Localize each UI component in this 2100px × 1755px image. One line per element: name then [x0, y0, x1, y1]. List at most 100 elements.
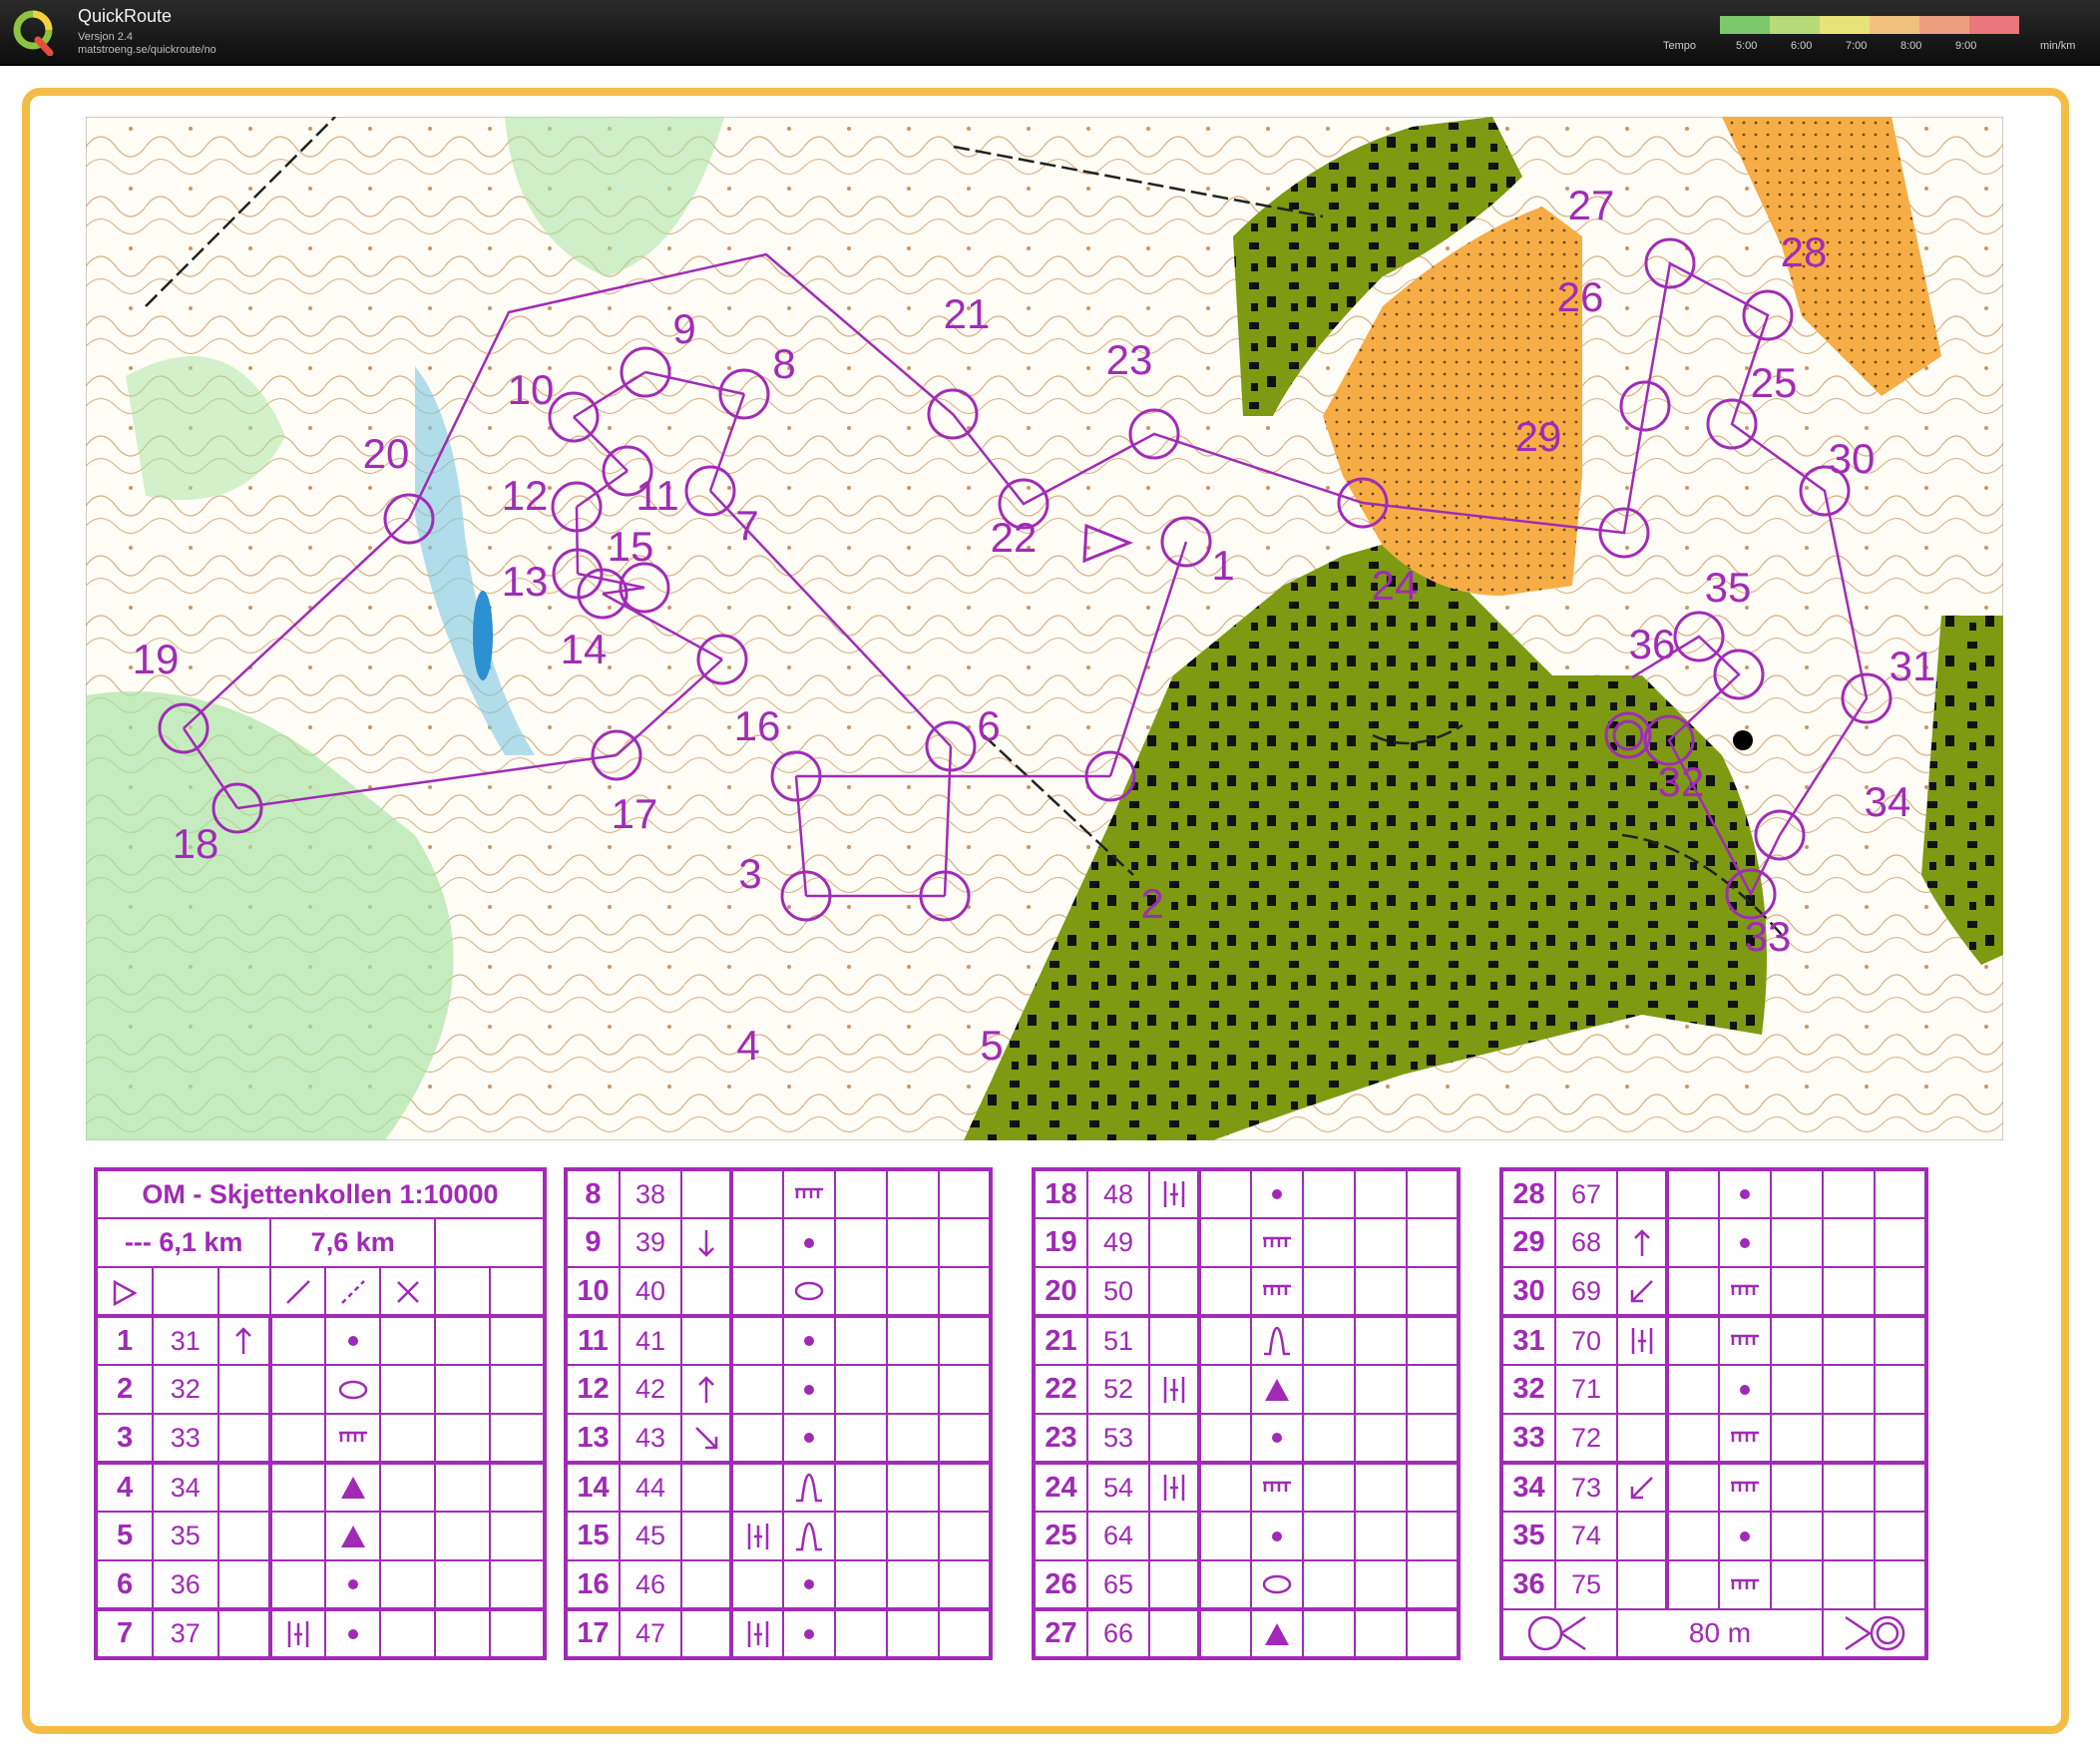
bars-icon — [1163, 1475, 1184, 1502]
description-cell — [1718, 1266, 1772, 1317]
dot-feature-icon — [1272, 1189, 1282, 1200]
description-row: 28 67 — [1500, 1167, 1927, 1219]
control-number: 30 — [1829, 435, 1876, 482]
control-code: 51 — [1086, 1314, 1150, 1366]
description-cell — [730, 1413, 784, 1464]
description-cell — [379, 1314, 437, 1366]
control-code: 73 — [1554, 1461, 1618, 1513]
description-cell — [680, 1511, 733, 1561]
description-cell — [1354, 1364, 1408, 1415]
control-sequence: 15 — [565, 1511, 621, 1561]
description-cell — [730, 1217, 784, 1268]
description-cell — [782, 1266, 836, 1317]
description-row: 5 35 — [94, 1511, 546, 1561]
finish-distance: 80 m — [1616, 1608, 1824, 1659]
description-cell — [1718, 1413, 1772, 1464]
control-sequence: 3 — [94, 1413, 155, 1464]
control-number: 15 — [608, 523, 654, 570]
description-cell — [489, 1413, 546, 1464]
description-cell — [1874, 1511, 1927, 1561]
control-code: 69 — [1554, 1266, 1618, 1317]
description-cell — [782, 1167, 836, 1219]
description-cell — [1718, 1511, 1772, 1561]
description-cell — [1148, 1314, 1201, 1366]
control-number: 26 — [1557, 273, 1604, 320]
control-code: 68 — [1554, 1217, 1618, 1268]
app-version: Versjon 2.4 — [78, 31, 134, 43]
control-sequence: 19 — [1033, 1217, 1088, 1268]
description-cell — [1198, 1167, 1252, 1219]
control-number: 21 — [944, 290, 991, 337]
description-row: 3 33 — [94, 1413, 546, 1464]
finish-double-circle-icon — [1844, 1615, 1904, 1651]
control-number: 5 — [980, 1022, 1003, 1069]
description-cell — [1354, 1461, 1408, 1513]
description-cell — [680, 1266, 733, 1317]
orienteering-map[interactable]: 1234 567891011121314151617181920212223242… — [86, 117, 2003, 1140]
description-cell — [1406, 1461, 1460, 1513]
description-cell — [886, 1266, 940, 1317]
description-cell — [782, 1217, 836, 1268]
description-row: 6 36 — [94, 1559, 546, 1610]
description-row: 22 52 — [1033, 1364, 1460, 1415]
control-number: 33 — [1745, 913, 1792, 960]
control-sequence: 1 — [94, 1314, 155, 1366]
tempo-color-swatch — [1720, 16, 1770, 34]
arrow-down-right-icon — [694, 1427, 717, 1450]
description-cell — [1874, 1314, 1927, 1366]
control-number: 14 — [561, 626, 608, 672]
control-sequence: 7 — [94, 1607, 155, 1659]
description-cell — [1354, 1413, 1408, 1464]
description-cell — [1718, 1461, 1772, 1513]
description-cell — [680, 1314, 733, 1366]
description-cell — [938, 1266, 992, 1317]
description-cell — [1770, 1314, 1824, 1366]
description-cell — [1666, 1559, 1720, 1610]
control-sequence: 33 — [1500, 1413, 1556, 1464]
description-cell — [1406, 1607, 1460, 1659]
tempo-color-swatch — [1820, 16, 1870, 34]
ellipse-feature-icon — [1262, 1575, 1292, 1594]
description-cell — [1770, 1413, 1824, 1464]
description-cell — [1148, 1607, 1201, 1659]
tempo-tick: 7:00 — [1846, 40, 1868, 52]
description-cell — [782, 1559, 836, 1610]
description-cell — [434, 1364, 492, 1415]
description-cell — [1822, 1167, 1876, 1219]
tempo-tick: 6:00 — [1791, 40, 1813, 52]
control-code: 72 — [1554, 1413, 1618, 1464]
description-cell — [1770, 1461, 1824, 1513]
dot-feature-icon — [1740, 1237, 1750, 1248]
description-row: 33 72 — [1500, 1413, 1927, 1464]
map-marker-dot — [1733, 730, 1753, 750]
description-cell — [324, 1364, 382, 1415]
description-cell — [782, 1511, 836, 1561]
description-cell — [782, 1314, 836, 1366]
control-code: 70 — [1554, 1314, 1618, 1366]
control-code: 39 — [619, 1217, 682, 1268]
dot-feature-icon — [804, 1628, 814, 1639]
description-cell — [324, 1314, 382, 1366]
control-description-table: 18 48 19 49 20 50 21 51 22 52 23 53 24 54 25 64 26 65 27 66 — [1032, 1167, 1461, 1660]
control-number: 31 — [1890, 643, 1936, 689]
description-row: 34 73 — [1500, 1461, 1927, 1513]
dot-feature-icon — [347, 1628, 358, 1639]
control-number: 32 — [1658, 758, 1705, 805]
description-cell — [834, 1167, 888, 1219]
course-length-b: 7,6 km — [269, 1217, 437, 1268]
description-row: 14 44 — [565, 1461, 992, 1513]
crossing-dashed-icon — [340, 1280, 365, 1305]
description-cell — [886, 1413, 940, 1464]
control-sequence: 31 — [1500, 1314, 1556, 1366]
comb-feature-icon — [795, 1188, 823, 1199]
description-row: 26 65 — [1033, 1559, 1460, 1610]
description-cell — [1770, 1559, 1824, 1610]
control-sequence: 29 — [1500, 1217, 1556, 1268]
comb-feature-icon — [1731, 1482, 1759, 1493]
description-cell — [1616, 1413, 1669, 1464]
control-code: 43 — [619, 1413, 682, 1464]
description-row: 31 70 — [1500, 1314, 1927, 1366]
control-sequence: 21 — [1033, 1314, 1088, 1366]
control-number: 24 — [1372, 562, 1419, 609]
description-cell — [1666, 1364, 1720, 1415]
